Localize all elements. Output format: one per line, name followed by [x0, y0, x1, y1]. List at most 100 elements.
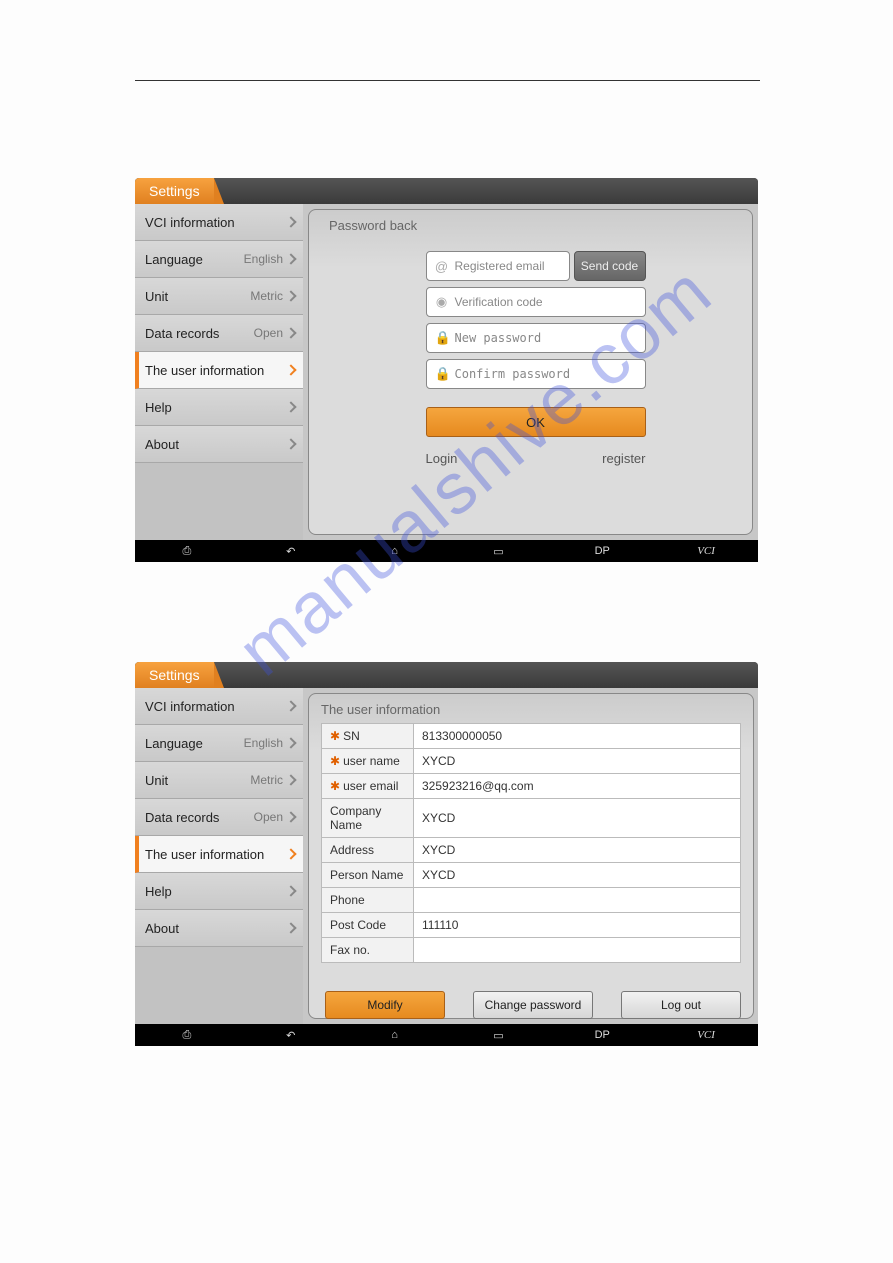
body-area: VCI information LanguageEnglish UnitMetr…	[135, 204, 758, 540]
sidebar-item-unit[interactable]: UnitMetric	[135, 762, 303, 799]
field-value: XYCD	[414, 838, 741, 863]
field-value: XYCD	[414, 799, 741, 838]
sidebar-item-value: English	[244, 736, 283, 750]
chevron-right-icon	[285, 737, 296, 748]
change-password-button[interactable]: Change password	[473, 991, 593, 1019]
sidebar-item-label: The user information	[145, 363, 287, 378]
password-back-panel: Password back @ Registered email Send cod…	[308, 209, 753, 535]
sidebar-item-value: Open	[254, 810, 283, 824]
field-label: Phone	[330, 893, 365, 907]
body-area: VCI information LanguageEnglish UnitMetr…	[135, 688, 758, 1024]
panel-title: The user information	[321, 702, 741, 717]
dp-button[interactable]: DP	[550, 545, 654, 557]
sidebar-item-label: Language	[145, 736, 244, 751]
table-row: ✱user nameXYCD	[322, 749, 741, 774]
chevron-right-icon	[285, 811, 296, 822]
screenshot-user-information: Settings VCI information LanguageEnglish…	[135, 662, 758, 1046]
table-row: AddressXYCD	[322, 838, 741, 863]
chevron-right-icon	[285, 700, 296, 711]
chevron-right-icon	[285, 364, 296, 375]
home-icon[interactable]: ⌂	[343, 1029, 447, 1041]
field-value	[414, 938, 741, 963]
at-icon: @	[435, 259, 449, 274]
sidebar-item-label: Help	[145, 884, 287, 899]
sidebar-item-vci-information[interactable]: VCI information	[135, 204, 303, 241]
sidebar-item-user-information[interactable]: The user information	[135, 836, 303, 873]
log-out-button[interactable]: Log out	[621, 991, 741, 1019]
home-icon[interactable]: ⌂	[343, 545, 447, 557]
send-code-button[interactable]: Send code	[574, 251, 646, 281]
recents-icon[interactable]: ▭	[446, 1029, 550, 1042]
title-tab: Settings	[135, 662, 214, 688]
settings-sidebar: VCI information LanguageEnglish UnitMetr…	[135, 204, 303, 540]
placeholder-text: Verification code	[455, 295, 543, 309]
sidebar-item-data-records[interactable]: Data recordsOpen	[135, 315, 303, 352]
title-bar: Settings	[135, 178, 758, 204]
field-value: XYCD	[414, 749, 741, 774]
sidebar-item-label: VCI information	[145, 699, 283, 714]
title-tab: Settings	[135, 178, 214, 204]
confirm-password-input[interactable]: 🔒Confirm password	[426, 359, 646, 389]
chevron-right-icon	[285, 438, 296, 449]
user-information-panel: The user information ✱SN813300000050 ✱us…	[308, 693, 754, 1019]
sidebar-item-label: About	[145, 437, 287, 452]
back-icon[interactable]: ↶	[239, 545, 343, 558]
sidebar-item-unit[interactable]: UnitMetric	[135, 278, 303, 315]
registered-email-input[interactable]: @ Registered email	[426, 251, 570, 281]
table-row: Fax no.	[322, 938, 741, 963]
modify-button[interactable]: Modify	[325, 991, 445, 1019]
sidebar-item-about[interactable]: About	[135, 426, 303, 463]
placeholder-text: Registered email	[455, 259, 545, 273]
vci-button[interactable]: VCI	[654, 1029, 758, 1041]
print-icon[interactable]: ⎙	[135, 1029, 239, 1042]
sidebar-item-label: Data records	[145, 326, 254, 341]
field-label: Person Name	[330, 868, 403, 882]
sidebar-item-label: Unit	[145, 773, 250, 788]
lock-icon: 🔒	[435, 330, 449, 346]
verification-code-input[interactable]: ◉Verification code	[426, 287, 646, 317]
field-value	[414, 888, 741, 913]
title-bar: Settings	[135, 662, 758, 688]
sidebar-item-vci-information[interactable]: VCI information	[135, 688, 303, 725]
ok-button[interactable]: OK	[426, 407, 646, 437]
new-password-input[interactable]: 🔒 New password	[426, 323, 646, 353]
sidebar-item-language[interactable]: LanguageEnglish	[135, 241, 303, 278]
back-icon[interactable]: ↶	[239, 1029, 343, 1042]
login-link[interactable]: Login	[426, 451, 458, 466]
settings-sidebar: VCI information LanguageEnglish UnitMetr…	[135, 688, 303, 1024]
chevron-right-icon	[285, 885, 296, 896]
sidebar-item-label: Language	[145, 252, 244, 267]
sidebar-item-help[interactable]: Help	[135, 873, 303, 910]
panel-title: Password back	[329, 218, 742, 233]
required-asterisk: ✱	[330, 779, 340, 793]
dp-button[interactable]: DP	[550, 1029, 654, 1041]
required-asterisk: ✱	[330, 754, 340, 768]
table-row: ✱user email325923216@qq.com	[322, 774, 741, 799]
sidebar-item-help[interactable]: Help	[135, 389, 303, 426]
chevron-right-icon	[285, 922, 296, 933]
vci-button[interactable]: VCI	[654, 545, 758, 557]
sidebar-item-label: Data records	[145, 810, 254, 825]
sidebar-item-label: About	[145, 921, 287, 936]
sidebar-item-value: Metric	[250, 773, 283, 787]
action-buttons: Modify Change password Log out	[321, 991, 741, 1019]
user-info-table: ✱SN813300000050 ✱user nameXYCD ✱user ema…	[321, 723, 741, 963]
bottom-nav: ⎙ ↶ ⌂ ▭ DP VCI	[135, 540, 758, 562]
sidebar-item-data-records[interactable]: Data recordsOpen	[135, 799, 303, 836]
required-asterisk: ✱	[330, 729, 340, 743]
chevron-right-icon	[285, 216, 296, 227]
sidebar-item-about[interactable]: About	[135, 910, 303, 947]
field-label: Fax no.	[330, 943, 370, 957]
field-label: SN	[343, 729, 360, 743]
recents-icon[interactable]: ▭	[446, 545, 550, 558]
placeholder-text: New password	[455, 331, 542, 345]
lock-icon: 🔒	[435, 366, 449, 382]
chevron-right-icon	[285, 253, 296, 264]
sidebar-item-user-information[interactable]: The user information	[135, 352, 303, 389]
chevron-right-icon	[285, 848, 296, 859]
field-value: 813300000050	[414, 724, 741, 749]
chevron-right-icon	[285, 290, 296, 301]
register-link[interactable]: register	[602, 451, 645, 466]
print-icon[interactable]: ⎙	[135, 545, 239, 558]
sidebar-item-language[interactable]: LanguageEnglish	[135, 725, 303, 762]
